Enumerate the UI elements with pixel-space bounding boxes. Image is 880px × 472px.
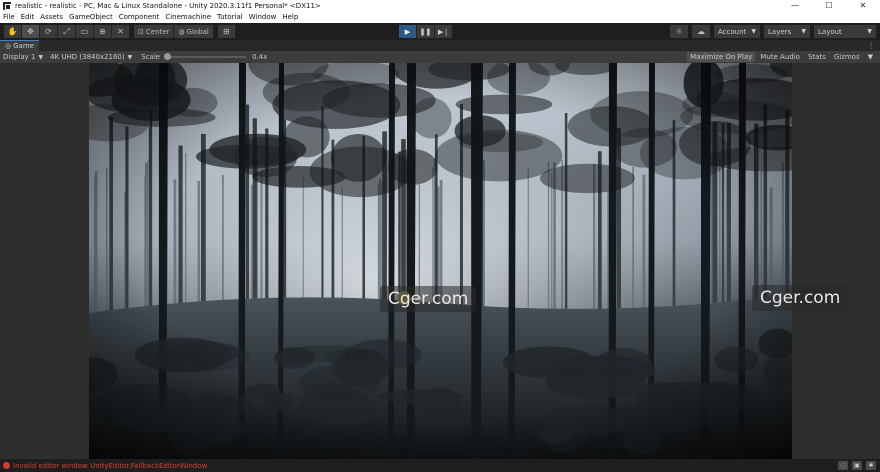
- layout-dropdown[interactable]: Layout ▼: [814, 25, 876, 38]
- right-toolbar: ☼ ☁ Account ▼ Layers ▼ Layout ▼: [666, 25, 876, 38]
- chevron-down-icon: ▼: [127, 53, 133, 61]
- move-tool-icon[interactable]: ✥: [22, 25, 40, 38]
- menu-cinemachine[interactable]: Cinemachine: [165, 13, 211, 21]
- chevron-down-icon: ▼: [867, 28, 872, 35]
- stats-toggle[interactable]: Stats: [805, 52, 829, 62]
- resolution-label: 4K UHD (3840x2160): [50, 53, 125, 61]
- watermark-text: Cger.com: [380, 286, 477, 312]
- more-options-icon[interactable]: ⋮: [867, 41, 875, 50]
- minimize-button[interactable]: —: [778, 0, 812, 11]
- main-toolbar: ✋ ✥ ⟳ ⤢ ▭ ⊕ ✕ ⊡ Center ◍ Global ⊞ ▶ ❚❚ ▶❘ …: [0, 23, 880, 40]
- display-label: Display 1: [3, 53, 36, 61]
- tab-row: ◎ Game ⋮: [0, 40, 880, 51]
- scale-slider[interactable]: [164, 53, 247, 60]
- space-global-button[interactable]: ◍ Global: [174, 25, 214, 38]
- snap-tools: ⊞: [217, 25, 236, 38]
- game-bar-toggles: Maximize On Play Mute Audio Stats Gizmos…: [685, 52, 876, 62]
- resolution-dropdown[interactable]: 4K UHD (3840x2160) ▼: [50, 53, 132, 61]
- game-control-bar: Display 1 ▼ 4K UHD (3840x2160) ▼ Scale 0.4…: [0, 51, 880, 63]
- pivot-label: Center: [145, 27, 170, 36]
- title-bar: realistic - realistic - PC, Mac & Linux …: [0, 0, 880, 11]
- layers-label: Layers: [768, 27, 792, 36]
- custom-tool-icon[interactable]: ✕: [112, 25, 130, 38]
- mute-audio-toggle[interactable]: Mute Audio: [757, 52, 803, 62]
- collab-icon[interactable]: ☼: [670, 25, 688, 38]
- chevron-down-icon: ▼: [801, 28, 806, 35]
- cache-icon[interactable]: ▣: [852, 461, 862, 470]
- console-message[interactable]: Invalid editor window UnityEditor.Fallba…: [13, 462, 207, 470]
- status-icons: ◌ ▣ ✱: [834, 461, 876, 470]
- chevron-down-icon: ▼: [38, 53, 44, 61]
- scale-value: 0.4x: [252, 53, 268, 61]
- chevron-down-icon: ▼: [751, 28, 756, 35]
- grid-snap-icon[interactable]: ⊞: [217, 25, 236, 38]
- menu-file[interactable]: File: [3, 13, 15, 21]
- menu-edit[interactable]: Edit: [21, 13, 35, 21]
- pause-button[interactable]: ❚❚: [417, 25, 435, 38]
- menu-help[interactable]: Help: [282, 13, 298, 21]
- debug-icon[interactable]: ✱: [866, 461, 876, 470]
- hand-tool-icon[interactable]: ✋: [4, 25, 22, 38]
- account-dropdown[interactable]: Account ▼: [714, 25, 760, 38]
- game-viewport[interactable]: Cger.com Cger.com: [0, 63, 880, 459]
- globe-icon: ◍: [178, 27, 185, 36]
- scale-tool-icon[interactable]: ⤢: [58, 25, 76, 38]
- gizmos-dropdown[interactable]: Gizmos: [831, 52, 863, 62]
- scale-slider-thumb[interactable]: [164, 53, 172, 60]
- maximize-on-play-toggle[interactable]: Maximize On Play: [687, 52, 756, 62]
- menu-window[interactable]: Window: [249, 13, 277, 21]
- game-render-image: [89, 63, 792, 459]
- rotate-tool-icon[interactable]: ⟳: [40, 25, 58, 38]
- watermark-text: Cger.com: [752, 285, 849, 311]
- scale-label: Scale: [141, 53, 161, 61]
- menu-tutorial[interactable]: Tutorial: [217, 13, 243, 21]
- transform-tool-icon[interactable]: ⊕: [94, 25, 112, 38]
- unity-logo-icon: [3, 1, 11, 10]
- display-dropdown[interactable]: Display 1 ▼: [3, 53, 43, 61]
- window-title: realistic - realistic - PC, Mac & Linux …: [15, 1, 321, 10]
- layout-label: Layout: [818, 27, 842, 36]
- error-icon: [3, 462, 10, 469]
- close-button[interactable]: ✕: [846, 0, 880, 11]
- menu-gameobject[interactable]: GameObject: [69, 13, 113, 21]
- tab-game-label: Game: [13, 42, 34, 50]
- chevron-down-icon[interactable]: ▼: [865, 52, 876, 62]
- space-label: Global: [186, 27, 209, 36]
- status-bar: Invalid editor window UnityEditor.Fallba…: [0, 459, 880, 472]
- tab-game[interactable]: ◎ Game: [0, 40, 39, 51]
- forest-scene: [89, 63, 792, 459]
- cloud-icon[interactable]: ☁: [692, 25, 710, 38]
- step-button[interactable]: ▶❘: [435, 25, 453, 38]
- maximize-button[interactable]: ☐: [812, 0, 846, 11]
- rect-tool-icon[interactable]: ▭: [76, 25, 94, 38]
- pivot-icon: ⊡: [138, 27, 144, 36]
- scale-control: Scale 0.4x: [141, 53, 267, 61]
- menu-component[interactable]: Component: [119, 13, 160, 21]
- play-controls: ▶ ❚❚ ▶❘: [399, 25, 453, 38]
- pivot-center-button[interactable]: ⊡ Center: [134, 25, 175, 38]
- gamepad-icon: ◎: [5, 42, 12, 50]
- menu-bar: File Edit Assets GameObject Component Ci…: [0, 11, 880, 23]
- play-button[interactable]: ▶: [399, 25, 417, 38]
- transform-tools: ✋ ✥ ⟳ ⤢ ▭ ⊕ ✕: [4, 25, 130, 38]
- pivot-tools: ⊡ Center ◍ Global: [134, 25, 214, 38]
- layers-dropdown[interactable]: Layers ▼: [764, 25, 810, 38]
- progress-icon[interactable]: ◌: [838, 461, 848, 470]
- account-label: Account: [718, 27, 747, 36]
- menu-assets[interactable]: Assets: [40, 13, 63, 21]
